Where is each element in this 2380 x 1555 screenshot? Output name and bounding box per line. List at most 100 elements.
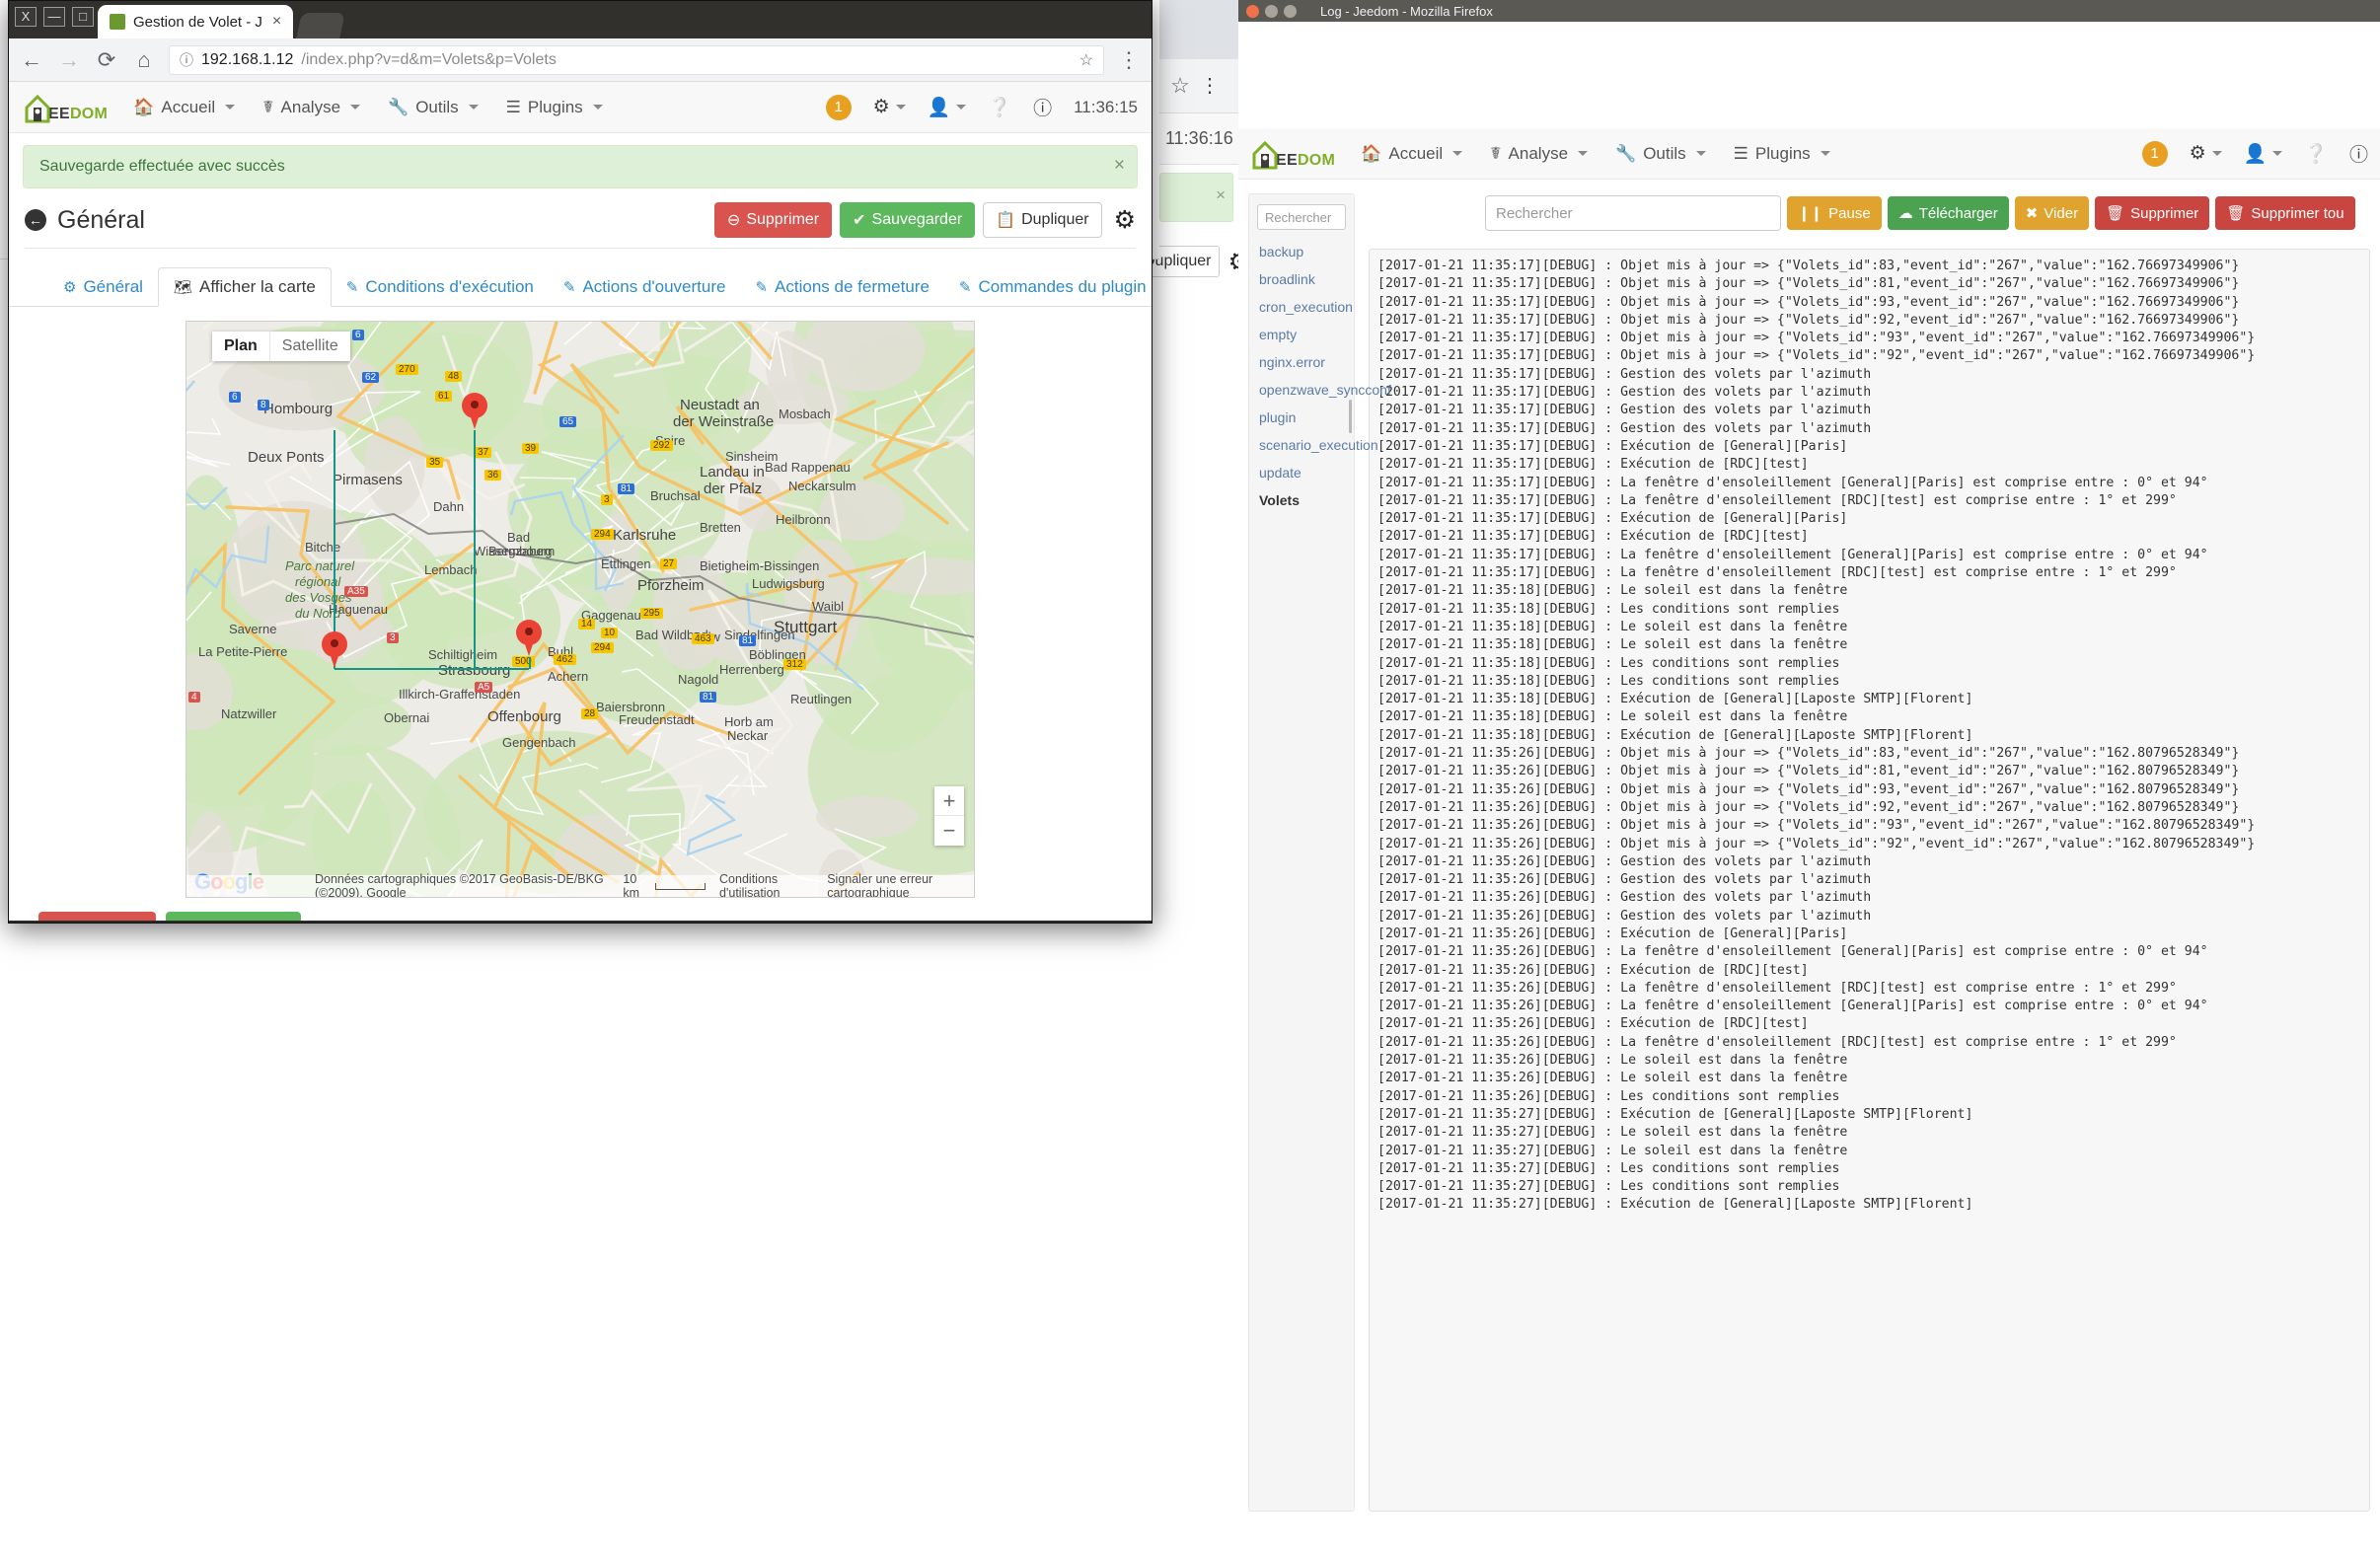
- sidebar-item-cron-execution[interactable]: cron_execution: [1249, 293, 1354, 321]
- tab-general[interactable]: ⚙ Général: [48, 268, 158, 306]
- gears-icon[interactable]: ⚙: [1114, 205, 1136, 235]
- site-info-icon[interactable]: ⓘ: [180, 50, 193, 70]
- map-place-label: La Petite-Pierre: [198, 644, 288, 659]
- info-icon[interactable]: ⓘ: [1033, 94, 1052, 120]
- map-report-link[interactable]: Signaler une erreur cartographique: [827, 872, 974, 897]
- map-terms-link[interactable]: Conditions d'utilisation: [719, 872, 813, 897]
- save-button[interactable]: ✔ Sauvegarder: [840, 202, 976, 238]
- help-icon[interactable]: ❔: [2304, 142, 2328, 166]
- window-controls[interactable]: X — □: [15, 7, 94, 27]
- front-window-titlebar[interactable]: X — □ Gestion de Volet - J ×: [9, 1, 1152, 38]
- sidebar-item-update[interactable]: update: [1249, 459, 1354, 486]
- map-type-plan[interactable]: Plan: [212, 332, 270, 361]
- sidebar-search-input[interactable]: Rechercher: [1257, 204, 1346, 230]
- log-browser-window[interactable]: Log - Jeedom - Mozilla Firefox EEDOM 🏠 A…: [1238, 0, 2380, 1555]
- tab-actions-fermeture[interactable]: ✎ Actions de fermeture: [740, 268, 943, 306]
- menu-item-analyse[interactable]: ☤ Analyse: [1490, 144, 1589, 164]
- background-navbar-clock: 11:36:16: [1159, 113, 1238, 165]
- map-marker-pin[interactable]: [462, 393, 487, 430]
- zoom-out-button[interactable]: −: [934, 816, 964, 846]
- close-tab-icon[interactable]: ×: [272, 13, 281, 31]
- maximize-window-button[interactable]: □: [72, 7, 94, 27]
- browser-menu-icon[interactable]: ⋮: [1199, 73, 1221, 99]
- menu-item-analyse[interactable]: ☤ Analyse: [262, 98, 361, 117]
- background-alert-close-icon[interactable]: ×: [1216, 185, 1226, 205]
- menu-item-plugins[interactable]: ☰ Plugins: [1734, 144, 1830, 164]
- gears-icon[interactable]: ⚙: [873, 96, 906, 118]
- map-road-shield: 292: [650, 440, 673, 451]
- menu-item-outils[interactable]: 🔧 Outils: [1615, 144, 1706, 164]
- pause-button[interactable]: ❙❙ Pause: [1787, 196, 1882, 230]
- google-map-front[interactable]: Hombourg Deux Ponts Pirmasens Dahn Bitche Lem…: [186, 321, 975, 898]
- sidebar-item-scenario-execution[interactable]: scenario_execution: [1249, 431, 1378, 459]
- sidebar-item-volets[interactable]: Volets: [1249, 486, 1354, 514]
- delete-button[interactable]: ⊖ Supprimer: [713, 202, 833, 238]
- duplicate-button-label: Dupliquer: [1021, 211, 1089, 228]
- log-content[interactable]: [2017-01-21 11:35:17][DEBUG] : Objet mis…: [1369, 249, 2370, 1512]
- menu-item-accueil[interactable]: 🏠 Accueil: [133, 98, 236, 117]
- duplicate-button[interactable]: 📋 Dupliquer: [983, 202, 1102, 238]
- bookmark-star-icon[interactable]: ☆: [1167, 73, 1193, 99]
- map-road-shield: 500: [512, 656, 535, 667]
- gears-icon[interactable]: ⚙: [2190, 142, 2222, 165]
- minimize-window-button[interactable]: [1265, 4, 1278, 18]
- tab-commandes-plugin[interactable]: ✎ Commandes du plugin: [944, 268, 1152, 306]
- map-type-control[interactable]: Plan Satellite: [212, 332, 350, 361]
- sidebar-scrollbar[interactable]: [1349, 400, 1352, 433]
- log-window-titlebar[interactable]: Log - Jeedom - Mozilla Firefox: [1238, 0, 2380, 22]
- notification-badge[interactable]: 1: [825, 94, 852, 120]
- maximize-window-button[interactable]: [1284, 4, 1297, 18]
- clear-button[interactable]: ✖ Vider: [2014, 196, 2090, 230]
- log-line: [2017-01-21 11:35:26][DEBUG] : La fenêtr…: [1377, 980, 2177, 996]
- forward-icon[interactable]: →: [56, 47, 82, 73]
- help-icon[interactable]: ❔: [988, 96, 1011, 119]
- close-window-button[interactable]: [1246, 4, 1259, 18]
- sidebar-item-nginx-error[interactable]: nginx.error: [1249, 348, 1354, 376]
- cloud-download-icon: ☁: [1897, 205, 1913, 222]
- sidebar-item-backup[interactable]: backup: [1249, 238, 1354, 265]
- sidebar-item-broadlink[interactable]: broadlink: [1249, 265, 1354, 293]
- back-arrow-icon[interactable]: ←: [25, 209, 46, 231]
- home-icon[interactable]: ⌂: [131, 47, 157, 73]
- sidebar-item-openzwave-syncconf[interactable]: openzwave_syncconf: [1249, 376, 1391, 404]
- log-search-input[interactable]: Rechercher: [1485, 195, 1781, 231]
- map-marker-pin[interactable]: [322, 631, 347, 669]
- menu-item-plugins[interactable]: ☰ Plugins: [506, 98, 603, 117]
- tab-afficher-la-carte[interactable]: 🗺 Afficher la carte: [157, 267, 332, 307]
- delete-button[interactable]: 🗑 Supprimer: [2095, 196, 2210, 230]
- front-browser-window[interactable]: X — □ Gestion de Volet - J × ← → ⟳ ⌂ ⓘ 1…: [8, 0, 1153, 924]
- map-type-satellite[interactable]: Satellite: [270, 332, 350, 361]
- map-place-label: Bad: [507, 530, 531, 545]
- jeedom-main-menu: 🏠 Accueil ☤ Analyse 🔧 Outils ☰ Plugins: [133, 98, 603, 117]
- zoom-in-button[interactable]: +: [934, 786, 964, 816]
- jeedom-logo[interactable]: EEDOM: [23, 92, 108, 123]
- notification-badge[interactable]: 1: [2141, 140, 2168, 167]
- sidebar-item-empty[interactable]: empty: [1249, 321, 1354, 348]
- browser-tab[interactable]: Gestion de Volet - J ×: [98, 5, 294, 38]
- bookmark-star-icon[interactable]: ☆: [1079, 50, 1093, 70]
- minimize-window-button[interactable]: —: [43, 7, 65, 27]
- download-button[interactable]: ☁ Télécharger: [1887, 196, 2009, 230]
- back-icon[interactable]: ←: [19, 47, 44, 73]
- map-zoom-control[interactable]: + −: [934, 786, 964, 846]
- tab-actions-ouverture[interactable]: ✎ Actions d'ouverture: [549, 268, 741, 306]
- new-tab-button[interactable]: [296, 13, 346, 38]
- info-icon[interactable]: ⓘ: [2349, 140, 2368, 167]
- user-icon[interactable]: 👤: [928, 96, 967, 119]
- menu-item-accueil[interactable]: 🏠 Accueil: [1361, 144, 1463, 164]
- tab-conditions-execution[interactable]: ✎ Conditions d'exécution: [332, 268, 549, 306]
- reload-icon[interactable]: ⟳: [94, 47, 119, 73]
- close-window-button[interactable]: X: [15, 7, 37, 27]
- address-bar[interactable]: ⓘ 192.168.1.12/index.php?v=d&m=Volets&p=…: [169, 44, 1104, 75]
- menu-item-outils[interactable]: 🔧 Outils: [388, 98, 479, 117]
- sidebar-item-plugin[interactable]: plugin: [1249, 404, 1354, 431]
- browser-menu-icon[interactable]: ⋮: [1116, 47, 1142, 73]
- user-icon[interactable]: 👤: [2244, 142, 2283, 166]
- logo-text-dom: DOM: [1297, 151, 1336, 169]
- bottom-save-button[interactable]: ✔Sauvegarder: [166, 912, 302, 921]
- alert-close-icon[interactable]: ×: [1114, 155, 1125, 177]
- bottom-delete-button[interactable]: ⊖Supprimer: [38, 912, 157, 921]
- jeedom-logo[interactable]: EEDOM: [1250, 138, 1335, 170]
- map-marker-pin[interactable]: [516, 620, 542, 657]
- delete-all-button[interactable]: 🗑 Supprimer tou: [2215, 196, 2355, 230]
